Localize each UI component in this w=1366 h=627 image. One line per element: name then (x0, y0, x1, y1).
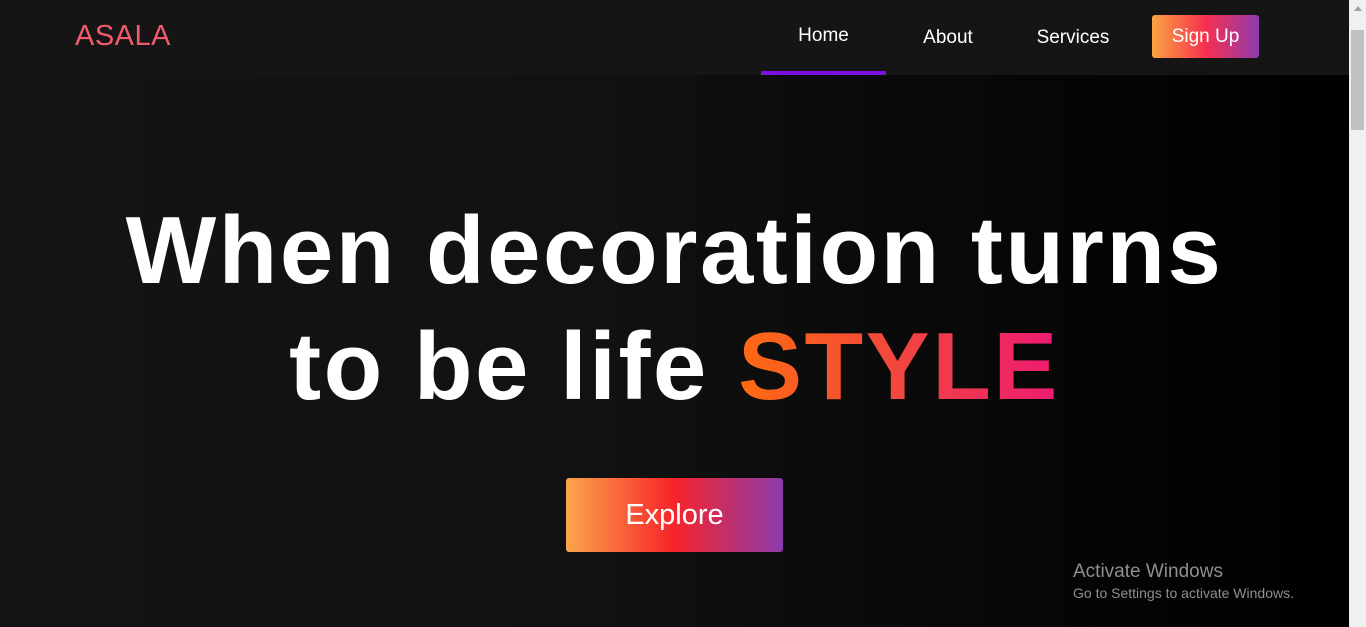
nav-link-home-label: Home (798, 24, 849, 46)
nav-link-services-label: Services (1036, 26, 1110, 48)
hero-title-line1: When decoration turns (125, 197, 1224, 304)
active-underline (761, 71, 886, 75)
navbar: ASALA Home About Services Sign Up (0, 0, 1349, 75)
vertical-scrollbar[interactable] (1349, 0, 1366, 627)
sign-up-button[interactable]: Sign Up (1152, 15, 1259, 58)
activate-windows-watermark: Activate Windows Go to Settings to activ… (1073, 560, 1294, 602)
scrollbar-thumb[interactable] (1351, 30, 1364, 130)
explore-button[interactable]: Explore (566, 478, 783, 552)
viewport: ASALA Home About Services Sign Up When d… (0, 0, 1349, 627)
nav-link-about[interactable]: About (910, 0, 986, 75)
nav-link-home[interactable]: Home (761, 0, 886, 75)
logo[interactable]: ASALA (75, 19, 171, 53)
explore-button-label: Explore (625, 498, 724, 531)
nav-link-services[interactable]: Services (1030, 0, 1116, 75)
hero-title-accent: STYLE (737, 313, 1060, 420)
sign-up-button-label: Sign Up (1171, 25, 1240, 47)
page: ASALA Home About Services Sign Up When d… (0, 0, 1366, 627)
hero-title: When decoration turns to be life STYLE (0, 193, 1349, 425)
watermark-title: Activate Windows (1073, 561, 1223, 582)
nav-link-about-label: About (923, 26, 973, 48)
scroll-up-arrow-icon[interactable] (1349, 0, 1366, 17)
hero-title-line2: to be life (289, 313, 738, 420)
watermark-subtitle: Go to Settings to activate Windows. (1073, 585, 1294, 601)
